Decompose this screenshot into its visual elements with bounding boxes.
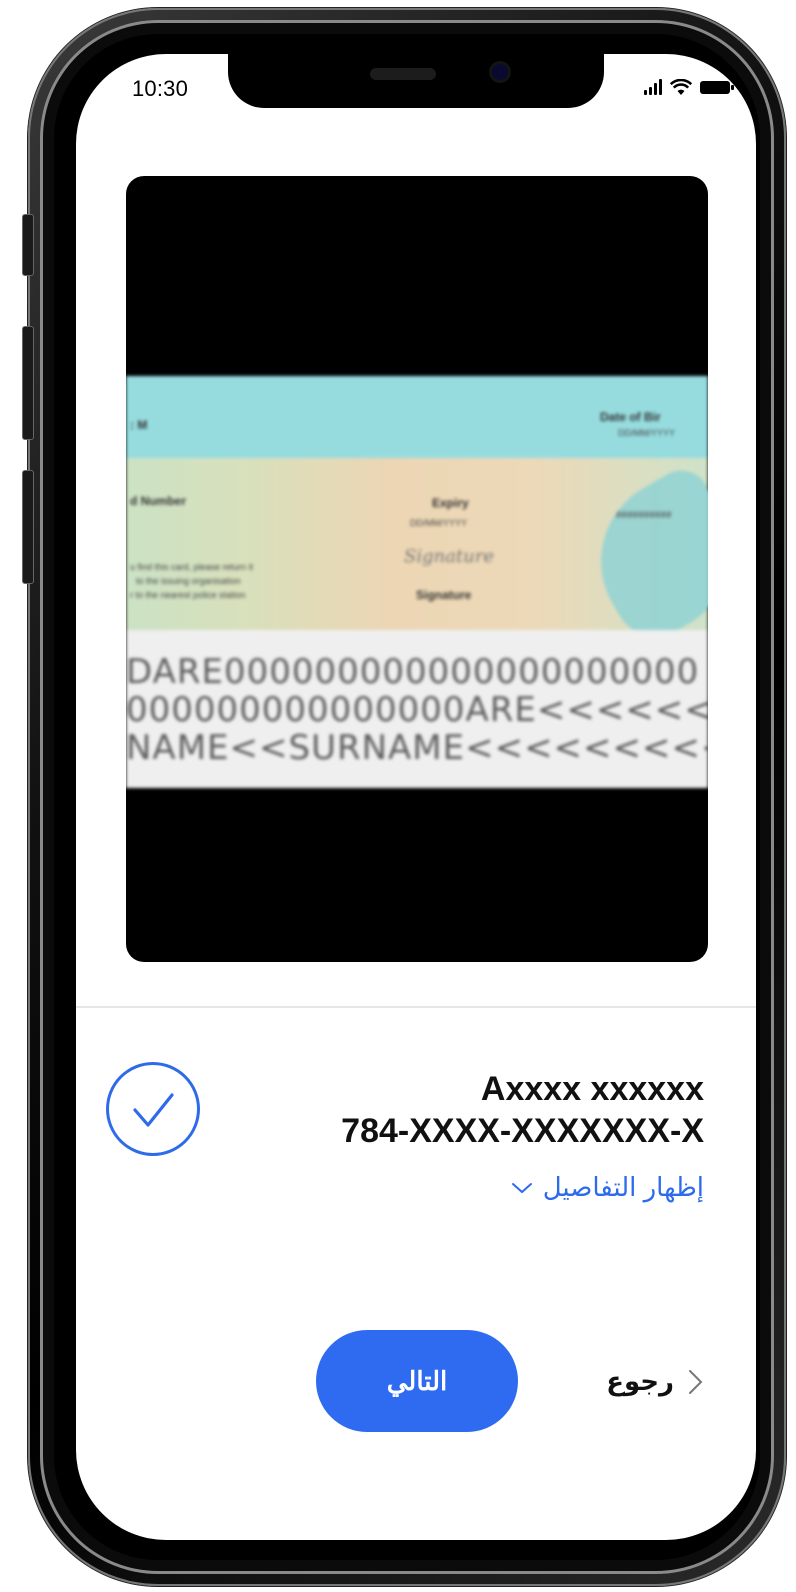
front-camera	[492, 64, 508, 80]
wifi-icon	[670, 78, 692, 95]
show-details-label: إظهار التفاصيل	[542, 1172, 704, 1202]
chevron-right-icon	[689, 1369, 703, 1394]
mrz-line-3: NAME<<SURNAME<<<<<<<<<<	[126, 728, 708, 768]
camera-preview: : M Date of Bir DD/MM/YYYY d Number Expi…	[126, 176, 708, 962]
chevron-down-icon	[511, 1182, 532, 1193]
back-button[interactable]: رجوع	[606, 1366, 706, 1397]
speaker-grille	[370, 68, 436, 80]
status-icons	[644, 76, 734, 98]
card-return-note-1: u find this card, please return it	[130, 562, 254, 572]
card-dob-label: Date of Bir	[600, 410, 661, 424]
volume-up-button	[22, 326, 34, 440]
mrz-line-1: DARE000000000000000000000	[126, 652, 700, 692]
back-label: رجوع	[606, 1366, 674, 1396]
card-expiry-label: Expiry	[432, 496, 469, 510]
card-return-note-2: to the issuing organisation	[136, 576, 241, 586]
card-signature-script: Signature	[404, 546, 495, 567]
id-card-image: : M Date of Bir DD/MM/YYYY d Number Expi…	[126, 376, 708, 788]
card-dob-value: DD/MM/YYYY	[618, 428, 676, 438]
card-signature-label: Signature	[416, 588, 472, 602]
mute-switch	[22, 214, 34, 276]
show-details-link[interactable]: إظهار التفاصيل	[511, 1172, 704, 1203]
card-expiry-value: DD/MM/YYYY	[410, 518, 468, 528]
next-button[interactable]: التالي	[316, 1330, 518, 1432]
signal-icon	[644, 79, 662, 95]
card-number-label: d Number	[130, 494, 187, 508]
notch	[228, 54, 604, 108]
mrz-line-2: 000000000000000ARE<<<<<<<<<	[126, 690, 708, 730]
card-holder-name: Axxxx xxxxxx	[480, 1070, 704, 1108]
status-time: 10:30	[132, 76, 189, 101]
card-return-note-3: r to the nearest police station	[130, 590, 246, 600]
card-number-value: ##########	[616, 510, 672, 521]
screen: 10:30 : M Date of Bir DD/MM/YYYY d Numbe…	[76, 54, 756, 1540]
volume-down-button	[22, 470, 34, 584]
card-sex-label: : M	[130, 418, 148, 432]
success-check-icon	[106, 1062, 200, 1156]
card-id-number: 784-XXXX-XXXXXXX-X	[341, 1112, 704, 1150]
section-divider	[76, 1006, 756, 1008]
battery-icon	[700, 80, 734, 94]
